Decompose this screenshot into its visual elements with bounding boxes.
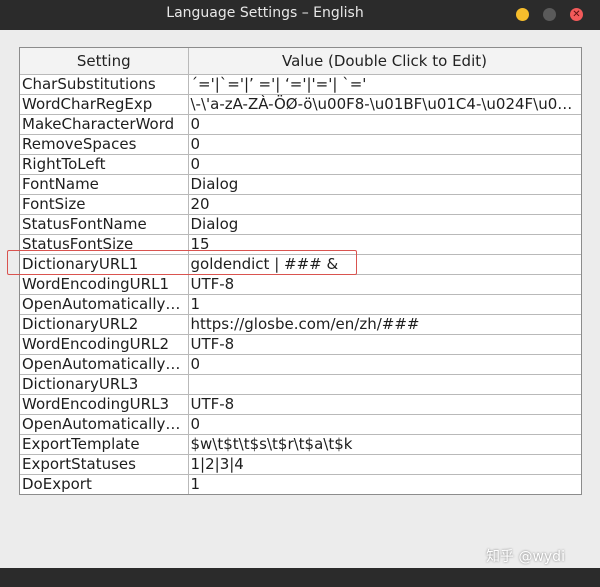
close-icon: ✕ [572, 9, 581, 20]
table-row[interactable]: OpenAutomaticallyU... 0 [20, 414, 581, 435]
setting-value-cell[interactable]: \-\'a-zA-ZÀ-ÖØ-ö\u00F8-\u01BF\u01C4-\u02… [188, 94, 581, 115]
minimize-button[interactable] [516, 8, 529, 21]
setting-name-cell[interactable]: StatusFontName [20, 214, 189, 235]
setting-value-cell[interactable]: 0 [188, 114, 581, 135]
setting-value-cell[interactable] [188, 374, 581, 395]
table-row[interactable]: WordCharRegExp \-\'a-zA-ZÀ-ÖØ-ö\u00F8-\u0… [20, 94, 581, 115]
setting-value-cell[interactable]: 20 [188, 194, 581, 215]
table-row[interactable]: StatusFontName Dialog [20, 214, 581, 235]
setting-value-cell[interactable]: 1|2|3|4 [188, 454, 581, 475]
setting-value-cell[interactable]: goldendict | ### & [188, 254, 581, 275]
table-row[interactable]: StatusFontSize 15 [20, 234, 581, 255]
table-row[interactable]: OpenAutomaticallyU... 1 [20, 294, 581, 315]
setting-value-cell[interactable]: Dialog [188, 214, 581, 235]
close-button[interactable]: ✕ [570, 8, 583, 21]
table-row[interactable]: WordEncodingURL1 UTF-8 [20, 274, 581, 295]
table-row[interactable]: ExportTemplate $w\t$t\t$s\t$r\t$a\t$k [20, 434, 581, 455]
setting-name-cell[interactable]: WordEncodingURL2 [20, 334, 189, 355]
setting-value-cell[interactable]: UTF-8 [188, 334, 581, 355]
table-row[interactable]: OpenAutomaticallyU... 0 [20, 354, 581, 375]
maximize-button[interactable] [543, 8, 556, 21]
settings-window: Language Settings – English ✕ Setting Va… [0, 0, 600, 568]
setting-value-cell[interactable]: https://glosbe.com/en/zh/### [188, 314, 581, 335]
setting-name-cell[interactable]: OpenAutomaticallyU... [20, 354, 189, 375]
table-row[interactable]: ExportStatuses 1|2|3|4 [20, 454, 581, 475]
setting-value-cell[interactable]: 0 [188, 414, 581, 435]
table-row[interactable]: FontSize 20 [20, 194, 581, 215]
settings-table: Setting Value (Double Click to Edit) Cha… [19, 47, 582, 495]
setting-name-cell[interactable]: WordCharRegExp [20, 94, 189, 115]
setting-value-cell[interactable]: 1 [188, 474, 581, 494]
setting-value-cell[interactable]: 0 [188, 154, 581, 175]
setting-name-cell[interactable]: RemoveSpaces [20, 134, 189, 155]
table-row[interactable]: DoExport 1 [20, 474, 581, 494]
setting-value-cell[interactable]: ´='|`='|’ ='| ‘='|'='| `=' [188, 74, 581, 95]
table-row[interactable]: DictionaryURL2 https://glosbe.com/en/zh/#… [20, 314, 581, 335]
window-title: Language Settings – English [166, 5, 364, 21]
setting-value-cell[interactable]: Dialog [188, 174, 581, 195]
table-row[interactable]: DictionaryURL1 goldendict | ### & [20, 254, 581, 275]
table-row[interactable]: RightToLeft 0 [20, 154, 581, 175]
setting-value-cell[interactable]: 15 [188, 234, 581, 255]
setting-value-cell[interactable]: UTF-8 [188, 394, 581, 415]
setting-name-cell[interactable]: WordEncodingURL1 [20, 274, 189, 295]
table-row[interactable]: WordEncodingURL3 UTF-8 [20, 394, 581, 415]
setting-name-cell[interactable]: WordEncodingURL3 [20, 394, 189, 415]
table-row[interactable]: MakeCharacterWord 0 [20, 114, 581, 135]
setting-name-cell[interactable]: DictionaryURL2 [20, 314, 189, 335]
setting-name-cell[interactable]: ExportStatuses [20, 454, 189, 475]
setting-value-cell[interactable]: 1 [188, 294, 581, 315]
setting-name-cell[interactable]: DoExport [20, 474, 189, 494]
table-header-row: Setting Value (Double Click to Edit) [20, 48, 581, 75]
setting-name-cell[interactable]: FontName [20, 174, 189, 195]
table-row[interactable]: WordEncodingURL2 UTF-8 [20, 334, 581, 355]
setting-name-cell[interactable]: DictionaryURL3 [20, 374, 189, 395]
setting-value-cell[interactable]: UTF-8 [188, 274, 581, 295]
setting-name-cell[interactable]: MakeCharacterWord [20, 114, 189, 135]
setting-name-cell[interactable]: FontSize [20, 194, 189, 215]
setting-value-cell[interactable]: 0 [188, 354, 581, 375]
setting-name-cell[interactable]: ExportTemplate [20, 434, 189, 455]
setting-name-cell[interactable]: DictionaryURL1 [20, 254, 189, 275]
setting-value-cell[interactable]: $w\t$t\t$s\t$r\t$a\t$k [188, 434, 581, 455]
title-bar[interactable]: Language Settings – English ✕ [0, 0, 600, 30]
table-row[interactable]: FontName Dialog [20, 174, 581, 195]
setting-name-cell[interactable]: RightToLeft [20, 154, 189, 175]
setting-name-cell[interactable]: OpenAutomaticallyU... [20, 414, 189, 435]
setting-name-cell[interactable]: CharSubstitutions [20, 74, 189, 95]
watermark-text: 知乎 @wydi [486, 549, 565, 565]
setting-value-cell[interactable]: 0 [188, 134, 581, 155]
setting-name-cell[interactable]: OpenAutomaticallyU... [20, 294, 189, 315]
table-row[interactable]: RemoveSpaces 0 [20, 134, 581, 155]
table-row[interactable]: CharSubstitutions ´='|`='|’ ='| ‘='|'='| … [20, 74, 581, 95]
table-row[interactable]: DictionaryURL3 [20, 374, 581, 395]
column-header-value[interactable]: Value (Double Click to Edit) [188, 48, 581, 75]
column-header-setting[interactable]: Setting [20, 48, 189, 75]
setting-name-cell[interactable]: StatusFontSize [20, 234, 189, 255]
bottom-strip [0, 568, 600, 587]
